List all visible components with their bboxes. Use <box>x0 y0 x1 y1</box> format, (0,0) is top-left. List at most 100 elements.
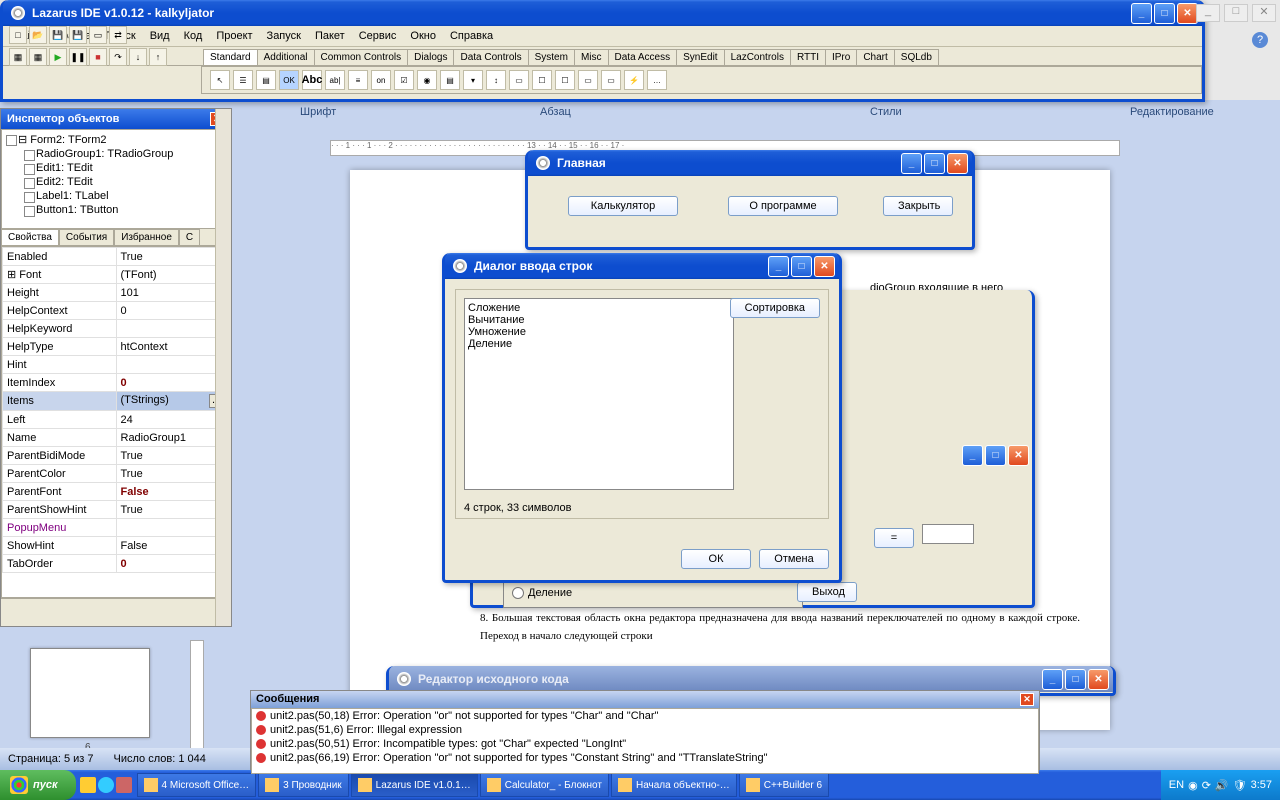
button-icon[interactable]: OK <box>279 70 299 90</box>
panel-icon[interactable]: ▭ <box>578 70 598 90</box>
label-icon[interactable]: Abc <box>302 70 322 90</box>
menu-Сервис[interactable]: Сервис <box>353 28 403 44</box>
error-message[interactable]: unit2.pas(66,19) Error: Operation "or" n… <box>252 751 1038 765</box>
form1-min[interactable]: _ <box>901 153 922 174</box>
palette-tab-Standard[interactable]: Standard <box>203 49 258 65</box>
prop-row-HelpKeyword[interactable]: HelpKeyword <box>3 320 230 338</box>
lang-indicator[interactable]: EN <box>1169 779 1184 791</box>
prop-row-PopupMenu[interactable]: PopupMenu <box>3 519 230 537</box>
tree-item[interactable]: Label1: TLabel <box>22 189 228 203</box>
prop-row-ItemIndex[interactable]: ItemIndex0 <box>3 374 230 392</box>
btn-exit[interactable]: Выход <box>797 582 857 602</box>
tray-icon3[interactable]: 🔊 <box>1215 779 1229 792</box>
open-icon[interactable]: 📂 <box>29 26 47 44</box>
start-button[interactable]: пуск <box>0 770 76 800</box>
prop-row-ParentColor[interactable]: ParentColorTrue <box>3 465 230 483</box>
edit-icon[interactable]: ab| <box>325 70 345 90</box>
run-icon[interactable]: ▶ <box>49 48 67 66</box>
prop-tab-1[interactable]: События <box>59 229 114 245</box>
palette-tab-SynEdit[interactable]: SynEdit <box>676 49 724 65</box>
dlg-min[interactable]: _ <box>768 256 789 277</box>
toggle-icon[interactable]: ⇄ <box>109 26 127 44</box>
form1-close[interactable]: ✕ <box>947 153 968 174</box>
cursor-icon[interactable]: ↖ <box>210 70 230 90</box>
ql-icon3[interactable] <box>116 777 132 793</box>
component-palette-tabs[interactable]: StandardAdditionalCommon ControlsDialogs… <box>3 47 1202 66</box>
ide-menubar[interactable]: ФайлПравкаПоискВидКодПроектЗапускПакетСе… <box>3 26 1202 47</box>
page-thumbnail[interactable] <box>30 648 150 738</box>
saveall-icon[interactable]: 💾 <box>69 26 87 44</box>
palette-tab-Misc[interactable]: Misc <box>574 49 609 65</box>
quicklaunch[interactable] <box>76 777 136 793</box>
messages-list[interactable]: unit2.pas(50,18) Error: Operation "or" n… <box>251 708 1039 774</box>
btn-about[interactable]: О программе <box>728 196 838 216</box>
error-message[interactable]: unit2.pas(50,51) Error: Incompatible typ… <box>252 737 1038 751</box>
ide-titlebar[interactable]: Lazarus IDE v1.0.12 - kalkyljator _ □ ✕ <box>3 0 1202 26</box>
prop-tab-0[interactable]: Свойства <box>1 229 59 245</box>
prop-row-Name[interactable]: NameRadioGroup1 <box>3 429 230 447</box>
prop-row-HelpContext[interactable]: HelpContext0 <box>3 302 230 320</box>
menu-Окно[interactable]: Окно <box>404 28 442 44</box>
checkgroup-icon[interactable]: ☐ <box>555 70 575 90</box>
prop-row-ParentShowHint[interactable]: ParentShowHintTrue <box>3 501 230 519</box>
taskbar-item[interactable]: 3 Проводник <box>258 773 349 797</box>
scrollbar-icon[interactable]: ↕ <box>486 70 506 90</box>
bg-max-icon[interactable]: □ <box>1224 4 1248 22</box>
radio-divide[interactable]: Деление <box>512 587 794 599</box>
form1-designer[interactable]: Главная _ □ ✕ Калькулятор О программе За… <box>525 150 975 250</box>
prop-row-Font[interactable]: ⊞ Font(TFont) <box>3 266 230 284</box>
taskbar-item[interactable]: Calculator_ - Блокнот <box>480 773 609 797</box>
system-tray[interactable]: EN ◉ ⟳ 🔊 🛡 3:57 <box>1161 770 1280 800</box>
oi-titlebar[interactable]: Инспектор объектов ✕ <box>1 109 231 129</box>
palette-tab-SQLdb[interactable]: SQLdb <box>894 49 939 65</box>
menu-Запуск[interactable]: Запуск <box>261 28 307 44</box>
edit-field[interactable] <box>922 524 974 544</box>
taskbar-item[interactable]: Начала объектно-… <box>611 773 737 797</box>
prop-row-ParentBidiMode[interactable]: ParentBidiModeTrue <box>3 447 230 465</box>
ed-close[interactable]: ✕ <box>1088 669 1109 690</box>
editor-titlebar[interactable]: Редактор исходного кода _ □ ✕ <box>389 666 1113 692</box>
component-tree[interactable]: ⊟ Form2: TForm2 RadioGroup1: TRadioGroup… <box>1 129 231 229</box>
forms-icon[interactable]: ▦ <box>29 48 47 66</box>
propgrid-scrollbar[interactable] <box>215 246 231 598</box>
stepover-icon[interactable]: ↷ <box>109 48 127 66</box>
tree-item[interactable]: Edit2: TEdit <box>22 175 228 189</box>
palette-tab-IPro[interactable]: IPro <box>825 49 857 65</box>
palette-tab-Additional[interactable]: Additional <box>257 49 315 65</box>
tree-item[interactable]: RadioGroup1: TRadioGroup <box>22 147 228 161</box>
property-grid[interactable]: EnabledTrue⊞ Font(TFont)Height101HelpCon… <box>1 246 231 598</box>
task-items[interactable]: 4 Microsoft Office…3 ПроводникLazarus ID… <box>136 773 1161 797</box>
menu-Пакет[interactable]: Пакет <box>309 28 351 44</box>
property-tabs[interactable]: СвойстваСобытияИзбранноеС <box>1 229 231 246</box>
save-icon[interactable]: 💾 <box>49 26 67 44</box>
bg-close-icon[interactable]: ✕ <box>1252 4 1276 22</box>
strings-textarea[interactable]: Сложение Вычитание Умножение Деление <box>464 298 734 490</box>
prop-row-Left[interactable]: Left24 <box>3 411 230 429</box>
ql-icon2[interactable] <box>98 777 114 793</box>
help-icon[interactable]: ? <box>1252 32 1268 48</box>
menu-Проект[interactable]: Проект <box>210 28 258 44</box>
tree-item[interactable]: Edit1: TEdit <box>22 161 228 175</box>
cancel-button[interactable]: Отмена <box>759 549 829 569</box>
btn-close[interactable]: Закрыть <box>883 196 953 216</box>
pause-icon[interactable]: ❚❚ <box>69 48 87 66</box>
bg-min-icon[interactable]: _ <box>1196 4 1220 22</box>
clock[interactable]: 3:57 <box>1251 779 1272 791</box>
prop-row-TabOrder[interactable]: TabOrder0 <box>3 555 230 573</box>
stepinto-icon[interactable]: ↓ <box>129 48 147 66</box>
dialog-titlebar[interactable]: Диалог ввода строк _ □ ✕ <box>445 253 839 279</box>
tray-icon1[interactable]: ◉ <box>1188 779 1198 792</box>
taskbar[interactable]: пуск 4 Microsoft Office…3 ПроводникLazar… <box>0 770 1280 800</box>
messages-close-icon[interactable]: ✕ <box>1020 693 1034 706</box>
tray-icon4[interactable]: 🛡 <box>1233 779 1247 792</box>
close-button[interactable]: ✕ <box>1177 3 1198 24</box>
error-message[interactable]: unit2.pas(51,6) Error: Illegal expressio… <box>252 723 1038 737</box>
stepout-icon[interactable]: ↑ <box>149 48 167 66</box>
mainmenu-icon[interactable]: ☰ <box>233 70 253 90</box>
prop-row-HelpType[interactable]: HelpTypehtContext <box>3 338 230 356</box>
btn-equals[interactable]: = <box>874 528 914 548</box>
prop-row-Height[interactable]: Height101 <box>3 284 230 302</box>
prop-tab-3[interactable]: С <box>179 229 200 245</box>
ide-left-toolbar-1[interactable]: □ 📂 💾 💾 ▭ ⇄ <box>9 26 127 44</box>
sort-button[interactable]: Сортировка <box>730 298 820 318</box>
